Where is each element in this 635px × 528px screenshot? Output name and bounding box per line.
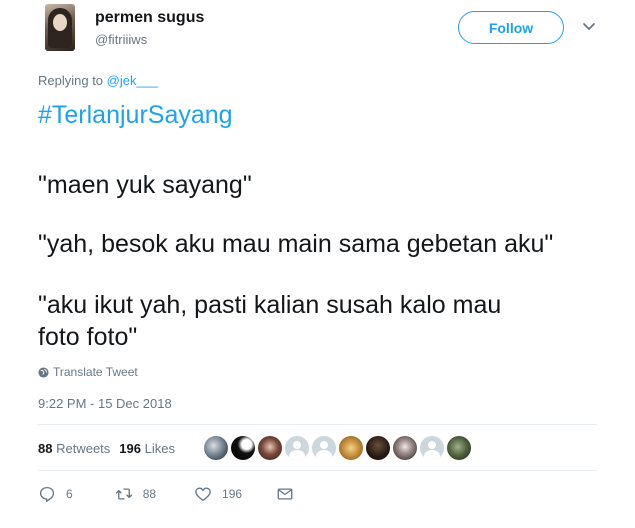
liker-avatar[interactable]	[204, 436, 228, 460]
retweet-count: 88	[142, 487, 157, 501]
liker-avatar[interactable]	[312, 436, 336, 460]
replying-prefix: Replying to	[38, 73, 107, 88]
liker-avatar[interactable]	[393, 436, 417, 460]
like-button[interactable]: 196	[194, 485, 242, 503]
chevron-down-icon[interactable]	[581, 18, 597, 34]
liker-avatar[interactable]	[447, 436, 471, 460]
tweet-timestamp[interactable]: 9:22 PM - 15 Dec 2018	[38, 396, 172, 411]
liker-avatar[interactable]	[258, 436, 282, 460]
reply-button[interactable]: 6	[38, 485, 73, 503]
tweet-text-line: "maen yuk sayang"	[38, 171, 252, 199]
tweet-stats: 88 Retweets 196 Likes	[38, 441, 184, 456]
liker-avatar[interactable]	[231, 436, 255, 460]
user-avatar[interactable]	[45, 4, 75, 51]
replying-to: Replying to @jek___	[38, 73, 158, 88]
likes-stat[interactable]: 196 Likes	[119, 441, 175, 456]
heart-icon	[195, 487, 211, 502]
translate-label: Translate Tweet	[53, 365, 138, 379]
follow-button[interactable]: Follow	[458, 11, 564, 44]
retweets-label: Retweets	[56, 441, 111, 456]
divider	[38, 424, 597, 425]
user-handle[interactable]: @fitriiiws	[95, 32, 147, 47]
retweets-count: 88	[38, 441, 53, 456]
translate-tweet-link[interactable]: Translate Tweet	[38, 365, 138, 379]
likers-avatars	[204, 436, 474, 460]
divider	[38, 470, 597, 471]
tweet-text-line: "yah, besok aku mau main sama gebetan ak…	[38, 230, 554, 258]
liker-avatar[interactable]	[366, 436, 390, 460]
likes-label: Likes	[144, 441, 175, 456]
tweet-actions: 6 88 196	[38, 485, 294, 503]
envelope-icon	[277, 488, 293, 500]
liker-avatar[interactable]	[420, 436, 444, 460]
tweet-text-line: foto foto"	[38, 323, 138, 351]
reply-mention-link[interactable]: @jek___	[107, 73, 159, 88]
likes-count: 196	[119, 441, 141, 456]
hashtag-link[interactable]: #TerlanjurSayang	[38, 101, 233, 130]
liker-avatar[interactable]	[339, 436, 363, 460]
retweet-button[interactable]: 88	[115, 485, 156, 503]
retweet-icon	[115, 488, 132, 500]
like-count: 196	[222, 487, 243, 501]
display-name[interactable]: permen sugus	[95, 9, 204, 27]
reply-count: 6	[66, 487, 73, 501]
liker-avatar[interactable]	[285, 436, 309, 460]
retweets-stat[interactable]: 88 Retweets	[38, 441, 110, 456]
tweet-text-line: "aku ikut yah, pasti kalian susah kalo m…	[38, 291, 502, 319]
direct-message-button[interactable]	[276, 485, 294, 503]
reply-icon	[39, 486, 55, 502]
globe-icon	[38, 366, 49, 378]
